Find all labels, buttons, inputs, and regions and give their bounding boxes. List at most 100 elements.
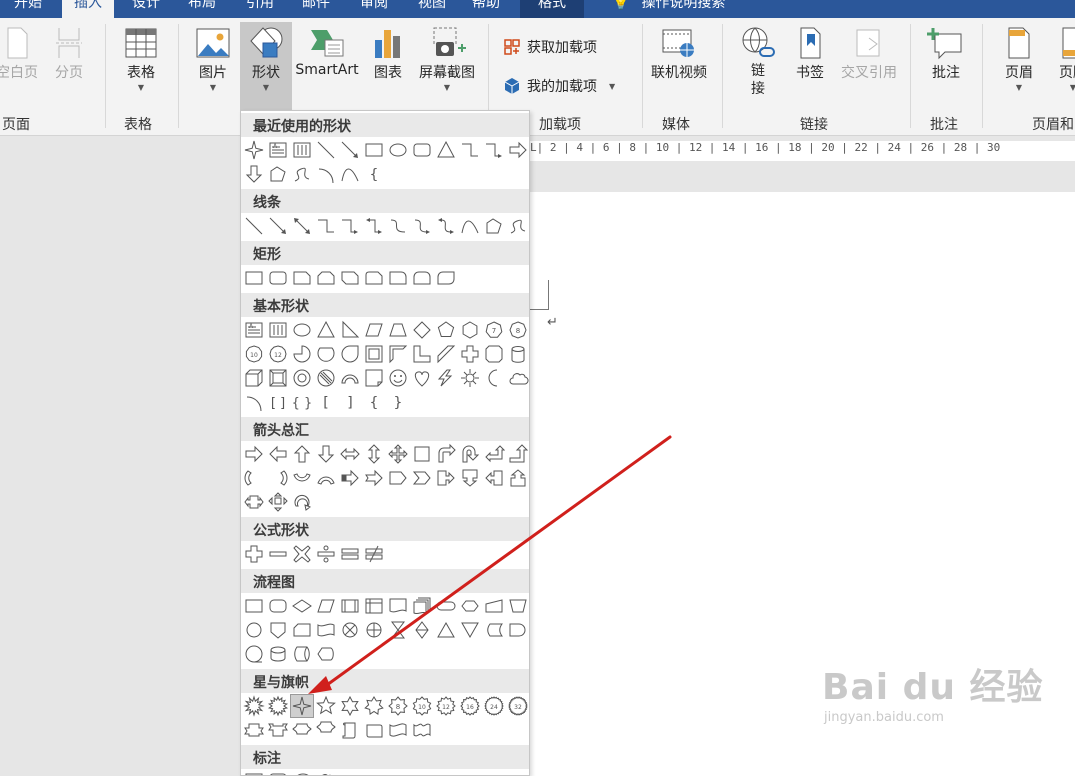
lu-arrow-shape-icon[interactable] — [483, 443, 505, 465]
elbow-dbl-shape-icon[interactable] — [363, 215, 385, 237]
left-callout-shape-icon[interactable] — [483, 467, 505, 489]
my-addins-button[interactable]: 我的加载项 ▼ — [503, 76, 615, 96]
card-shape-icon[interactable] — [291, 619, 313, 641]
dbl-arrow-line-shape-icon[interactable] — [291, 215, 313, 237]
blockarc-shape-icon[interactable] — [339, 367, 361, 389]
callout-cloud-shape-icon[interactable] — [315, 771, 337, 775]
curve-conn-dbl-shape-icon[interactable] — [435, 215, 457, 237]
parallelogram-shape-icon[interactable] — [363, 319, 385, 341]
sort-shape-icon[interactable] — [411, 619, 433, 641]
curved-down-shape-icon[interactable] — [315, 467, 337, 489]
curved-up-shape-icon[interactable] — [291, 467, 313, 489]
or-shape-icon[interactable] — [363, 619, 385, 641]
rtriangle-shape-icon[interactable] — [339, 319, 361, 341]
vtextbox-shape-icon[interactable] — [291, 139, 313, 161]
star7-shape-icon[interactable] — [363, 695, 385, 717]
tell-me-search[interactable]: 💡 操作说明搜索 — [612, 0, 725, 18]
alt-process-shape-icon[interactable] — [267, 595, 289, 617]
plaque-shape-icon[interactable] — [483, 343, 505, 365]
bracket-left-shape-icon[interactable]: [ — [315, 391, 337, 413]
tab-design[interactable]: 设计 — [132, 0, 160, 18]
pentagon-shape-icon[interactable] — [435, 319, 457, 341]
ribbon-down-shape-icon[interactable] — [267, 719, 289, 741]
tab-home[interactable]: 开始 — [14, 0, 42, 18]
foldedcorner-shape-icon[interactable] — [363, 367, 385, 389]
seq-storage-shape-icon[interactable] — [243, 643, 265, 665]
decision-shape-icon[interactable] — [291, 595, 313, 617]
oval-shape-icon[interactable] — [291, 319, 313, 341]
lightning-shape-icon[interactable] — [435, 367, 457, 389]
decagon-shape-icon[interactable]: 10 — [243, 343, 265, 365]
screenshot-button[interactable]: 屏幕截图 ▼ — [414, 26, 480, 94]
curved-right-shape-icon[interactable] — [243, 467, 265, 489]
scribble-shape-icon[interactable] — [507, 215, 529, 237]
stored-data-shape-icon[interactable] — [483, 619, 505, 641]
ud-arrow-shape-icon[interactable] — [363, 443, 385, 465]
moon-shape-icon[interactable] — [483, 367, 505, 389]
scroll-v-shape-icon[interactable] — [339, 719, 361, 741]
right-callout-shape-icon[interactable] — [435, 467, 457, 489]
double-wave-shape-icon[interactable] — [411, 719, 433, 741]
footer-button[interactable]: 页脚 ▼ — [1052, 26, 1075, 94]
snip-diag-shape-icon[interactable] — [339, 267, 361, 289]
wave-shape-icon[interactable] — [387, 719, 409, 741]
cross-shape-icon[interactable] — [459, 343, 481, 365]
star12-shape-icon[interactable]: 12 — [435, 695, 457, 717]
lshape-shape-icon[interactable] — [411, 343, 433, 365]
document-shape-icon[interactable] — [387, 595, 409, 617]
comment-button[interactable]: 批注 — [924, 26, 968, 82]
internal-storage-shape-icon[interactable] — [363, 595, 385, 617]
merge-shape-icon[interactable] — [459, 619, 481, 641]
shapes-button[interactable]: 形状 ▼ — [240, 22, 292, 110]
arrow-line-shape-icon[interactable] — [267, 215, 289, 237]
tab-layout[interactable]: 布局 — [188, 0, 216, 18]
preparation-shape-icon[interactable] — [459, 595, 481, 617]
snip1-shape-icon[interactable] — [291, 267, 313, 289]
scribble-shape-icon[interactable] — [291, 163, 313, 185]
magnetic-disk-shape-icon[interactable] — [267, 643, 289, 665]
triangle-shape-icon[interactable] — [435, 139, 457, 161]
up-callout-shape-icon[interactable] — [507, 467, 529, 489]
down-arrow-shape-icon[interactable] — [243, 163, 265, 185]
table-button[interactable]: 表格 ▼ — [120, 26, 162, 94]
get-addins-button[interactable]: 获取加载项 — [503, 37, 597, 57]
textbox-shape-icon[interactable]: A — [243, 319, 265, 341]
right-arrow-shape-icon[interactable] — [243, 443, 265, 465]
plus-shape-icon[interactable] — [243, 543, 265, 565]
explosion2-shape-icon[interactable] — [267, 695, 289, 717]
bracket-pair-shape-icon[interactable]: [ ] — [267, 391, 289, 413]
picture-button[interactable]: 图片 ▼ — [192, 26, 234, 94]
summing-shape-icon[interactable] — [339, 619, 361, 641]
link-button[interactable]: 链 接 — [738, 26, 778, 98]
hexagon-shape-icon[interactable] — [459, 319, 481, 341]
right-arrow-shape-icon[interactable] — [507, 139, 529, 161]
curved-left-shape-icon[interactable] — [267, 467, 289, 489]
dodecagon-shape-icon[interactable]: 12 — [267, 343, 289, 365]
octagon-shape-icon[interactable]: 8 — [507, 319, 529, 341]
offpage-shape-icon[interactable] — [267, 619, 289, 641]
brace-left-shape-icon[interactable]: { — [363, 391, 385, 413]
diamond-shape-icon[interactable] — [411, 319, 433, 341]
star10-shape-icon[interactable]: 10 — [411, 695, 433, 717]
snip2-shape-icon[interactable] — [315, 267, 337, 289]
star8-shape-icon[interactable]: 8 — [387, 695, 409, 717]
textbox-shape-icon[interactable]: A — [267, 139, 289, 161]
divide-shape-icon[interactable] — [315, 543, 337, 565]
brace-left-shape-icon[interactable]: { — [363, 163, 385, 185]
page-break-button[interactable]: 分页 — [50, 26, 88, 82]
tab-review[interactable]: 审阅 — [360, 0, 388, 18]
lr-arrow-shape-icon[interactable] — [339, 443, 361, 465]
bookmark-button[interactable]: 书签 — [790, 26, 830, 82]
explosion1-shape-icon[interactable] — [243, 695, 265, 717]
chevron-shape-icon[interactable] — [411, 467, 433, 489]
snipround-shape-icon[interactable] — [363, 267, 385, 289]
freeform-shape-icon[interactable] — [267, 163, 289, 185]
halfframe-shape-icon[interactable] — [387, 343, 409, 365]
delay-shape-icon[interactable] — [507, 619, 529, 641]
bent-arrow-shape-icon[interactable] — [435, 443, 457, 465]
nosymbol-shape-icon[interactable] — [315, 367, 337, 389]
trapezoid-shape-icon[interactable] — [387, 319, 409, 341]
oval-shape-icon[interactable] — [387, 139, 409, 161]
elbow-shape-icon[interactable] — [315, 215, 337, 237]
horizontal-ruler[interactable]: L| 2 | 4 | 6 | 8 | 10 | 12 | 14 | 16 | 1… — [530, 141, 1075, 161]
